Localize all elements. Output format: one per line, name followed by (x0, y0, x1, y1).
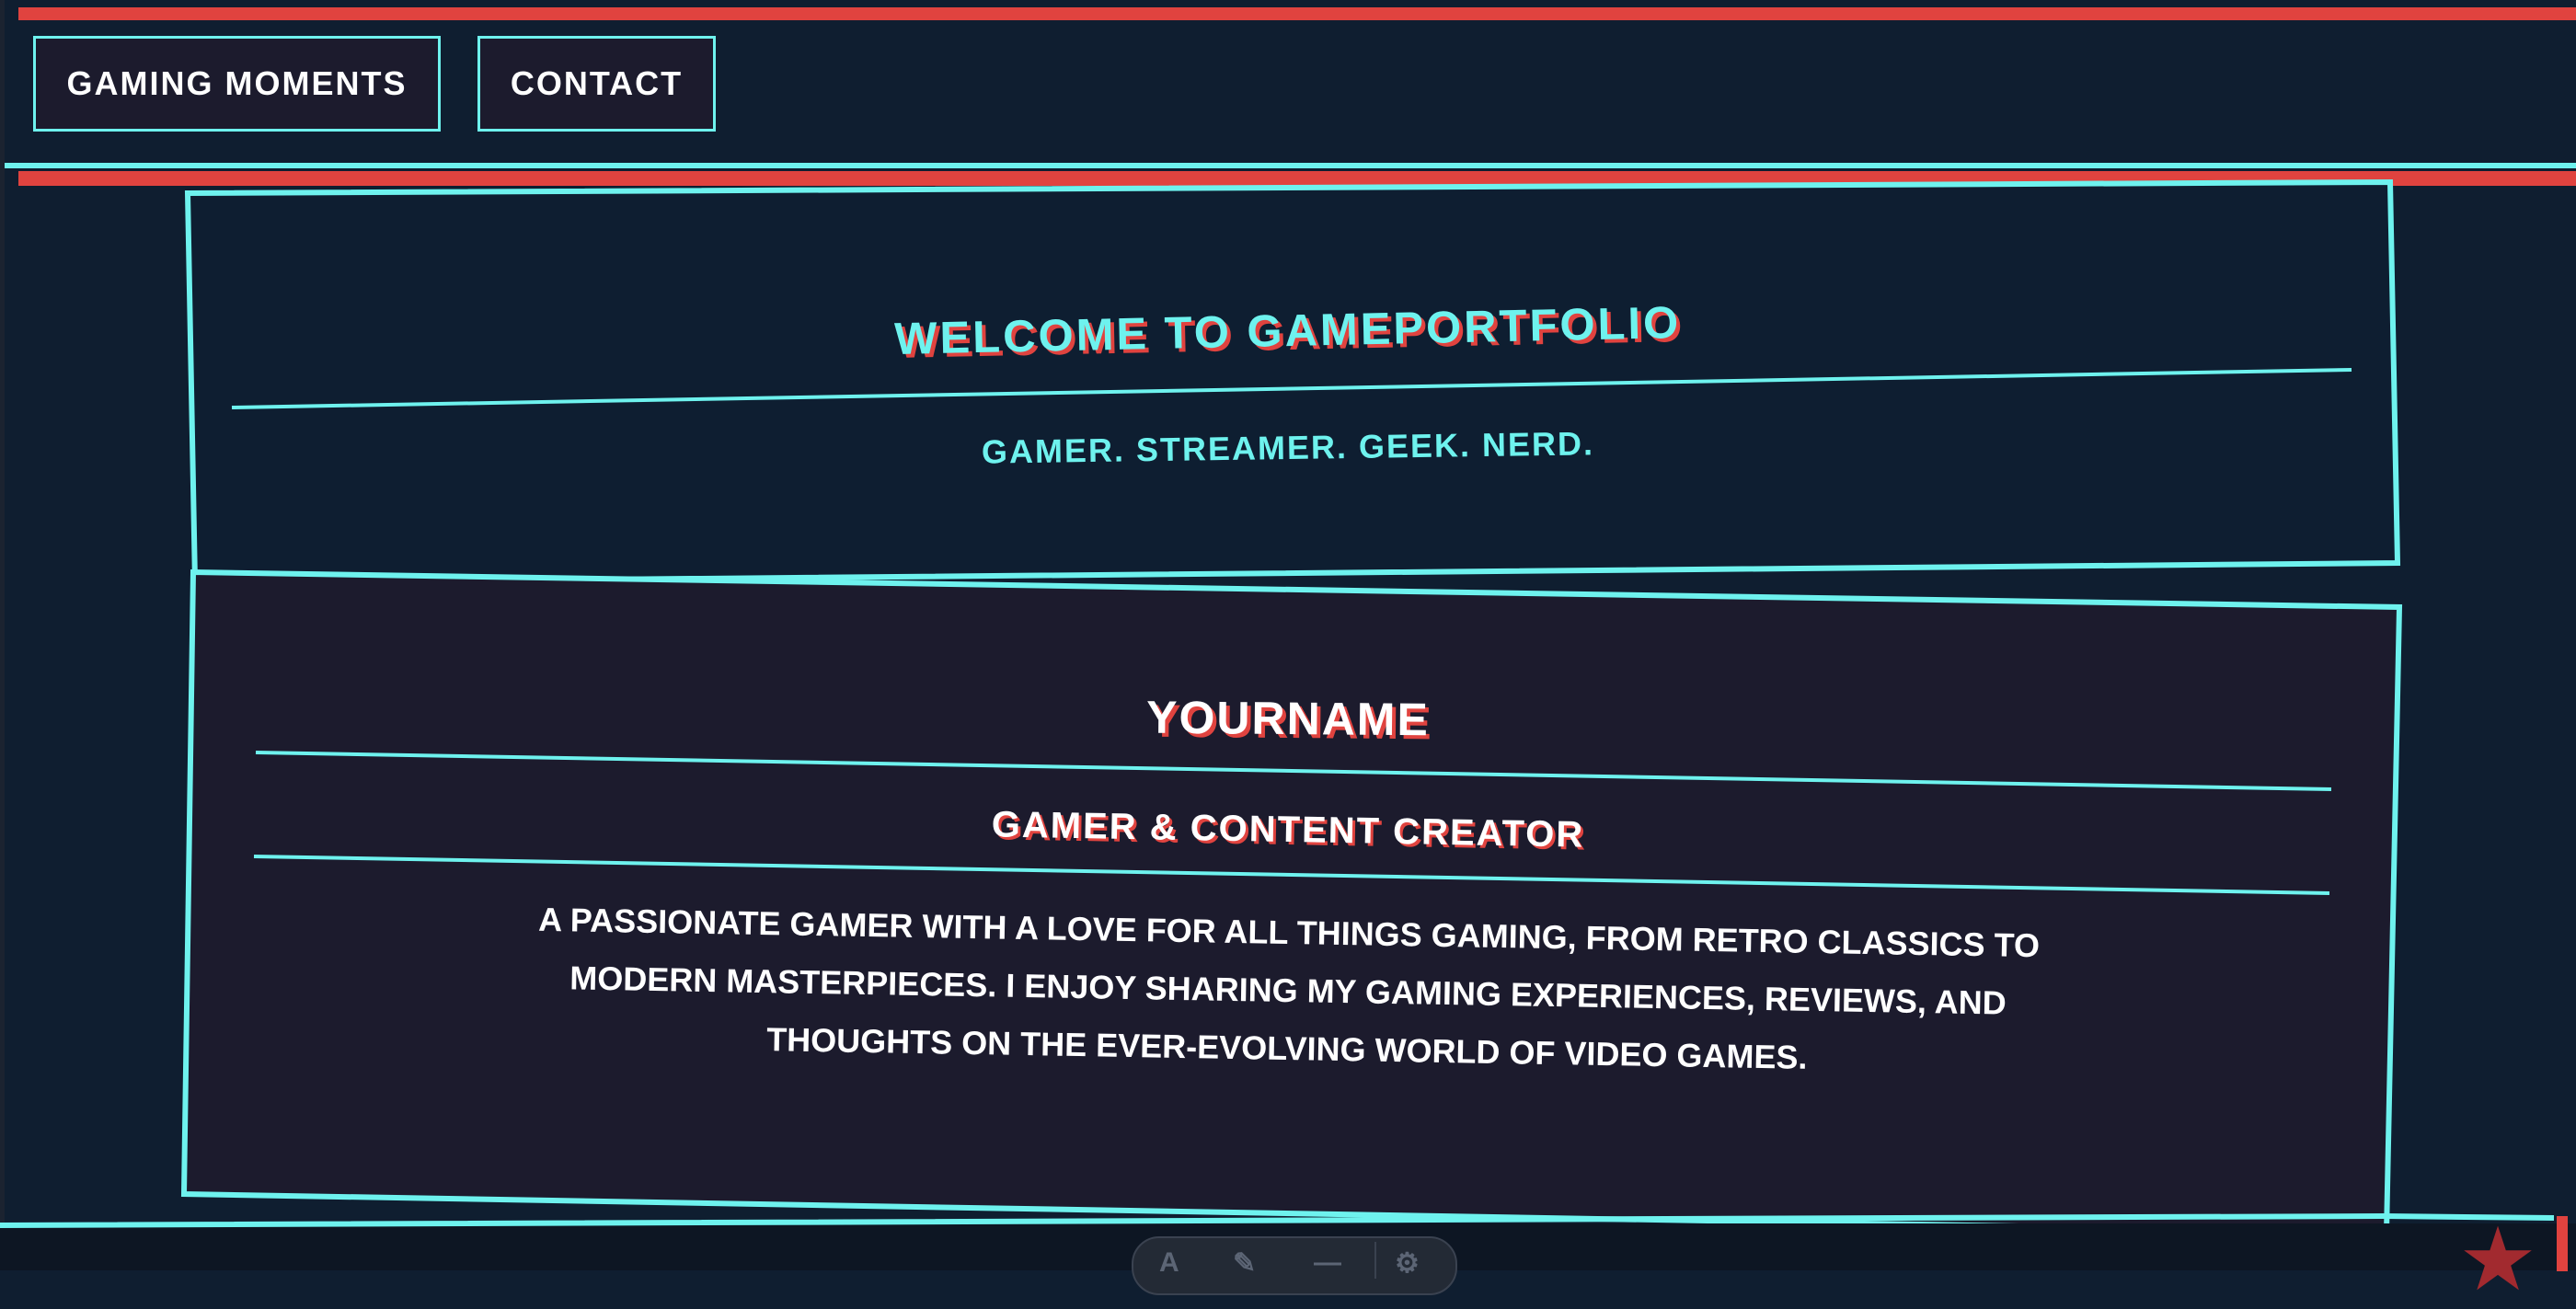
brush-icon[interactable]: ✎ (1233, 1247, 1256, 1280)
profile-card-border (180, 568, 2403, 1236)
minus-icon[interactable]: — (1314, 1247, 1341, 1279)
profile-bio: A PASSIONATE GAMER WITH A LOVE FOR ALL T… (537, 900, 2041, 1076)
text-tool-icon[interactable]: A (1159, 1247, 1179, 1279)
toolbar-separator (1374, 1242, 1376, 1279)
settings-icon[interactable]: ⚙ (1395, 1247, 1420, 1280)
corner-red-accent (2557, 1216, 2568, 1271)
star-icon: ★ (2458, 1211, 2538, 1309)
floating-toolbar: A ✎ — ⚙ (1132, 1236, 1457, 1295)
